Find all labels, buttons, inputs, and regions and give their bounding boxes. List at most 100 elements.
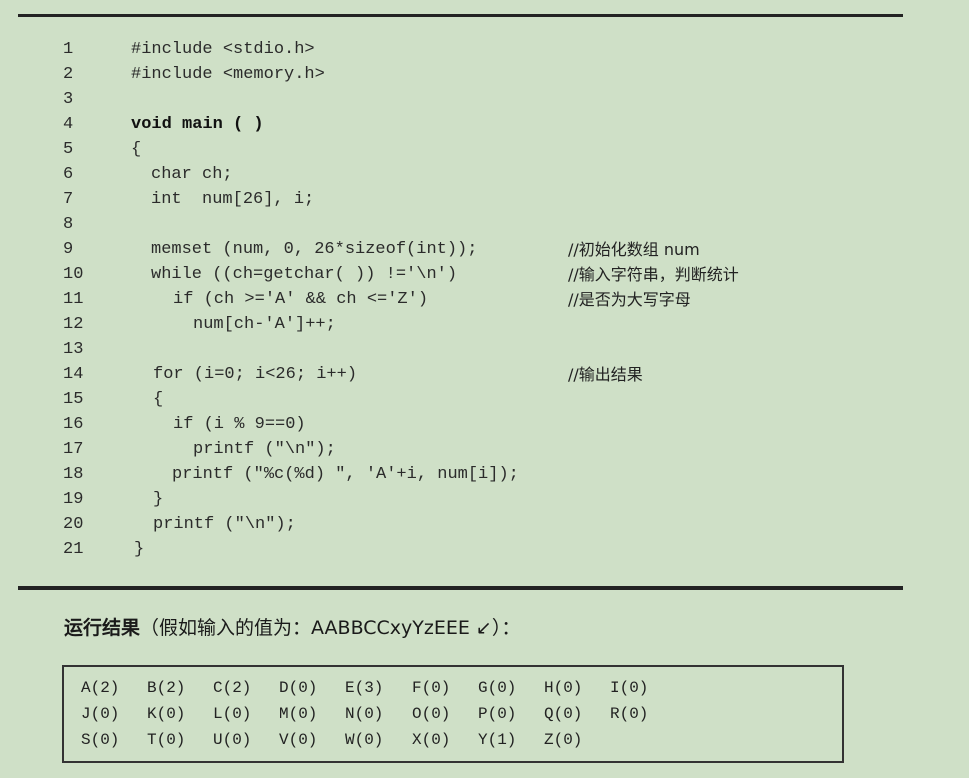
output-value: W(0) <box>345 731 384 749</box>
code-text: { <box>153 390 164 409</box>
output-value: S(0) <box>81 731 120 749</box>
code-line-13: 13 <box>18 337 903 362</box>
output-value: V(0) <box>279 731 318 749</box>
code-text: char ch; <box>151 165 233 184</box>
code-line-12: 12 num[ch-'A']++; <box>18 312 903 337</box>
code-line-3: 3 <box>18 87 903 112</box>
output-value: L(0) <box>213 705 252 723</box>
line-number: 9 <box>63 240 74 259</box>
line-number: 8 <box>63 215 74 234</box>
code-line-5: 5 { <box>18 137 903 162</box>
output-value: Q(0) <box>544 705 583 723</box>
output-value: M(0) <box>279 705 318 723</box>
code-line-2: 2 #include <memory.h> <box>18 62 903 87</box>
line-number: 16 <box>63 415 84 434</box>
code-line-19: 19 } <box>18 487 903 512</box>
code-line-7: 7 int num[26], i; <box>18 187 903 212</box>
output-value: B(2) <box>147 679 186 697</box>
code-line-16: 16 if (i % 9==0) <box>18 412 903 437</box>
code-line-18: 18 printf ("%c(%d) ", 'A'+i, num[i]); <box>18 462 903 487</box>
code-comment: //是否为大写字母 <box>568 290 691 309</box>
output-value: I(0) <box>610 679 649 697</box>
output-value: P(0) <box>478 705 517 723</box>
code-text: { <box>131 140 142 159</box>
line-number: 7 <box>63 190 74 209</box>
line-number: 6 <box>63 165 74 184</box>
output-value: F(0) <box>412 679 451 697</box>
output-value: K(0) <box>147 705 186 723</box>
output-row-1: A(2) B(2) C(2) D(0) E(3) F(0) G(0) H(0) … <box>81 676 781 700</box>
code-text: for (i=0; i<26; i++) <box>153 365 358 384</box>
result-detail: （假如输入的值为：AABBCCxyYzEEE ↙）： <box>140 617 521 639</box>
top-separator <box>18 14 903 17</box>
line-number: 13 <box>63 340 84 359</box>
output-value: G(0) <box>478 679 517 697</box>
output-value: Z(0) <box>544 731 583 749</box>
output-value: R(0) <box>610 705 649 723</box>
output-value: O(0) <box>412 705 451 723</box>
line-number: 21 <box>63 540 84 559</box>
line-number: 10 <box>63 265 84 284</box>
code-comment: //初始化数组 num <box>568 240 700 259</box>
code-comment: //输出结果 <box>568 365 643 384</box>
line-number: 15 <box>63 390 84 409</box>
code-comment: //输入字符串，判断统计 <box>568 265 739 284</box>
output-value: C(2) <box>213 679 252 697</box>
line-number: 14 <box>63 365 84 384</box>
code-text: #include <stdio.h> <box>131 40 315 59</box>
code-line-4: 4 void main ( ) <box>18 112 903 137</box>
result-label: 运行结果 <box>64 617 141 639</box>
code-line-21: 21 } <box>18 537 903 562</box>
code-listing: 1 #include <stdio.h> 2 #include <memory.… <box>18 37 903 567</box>
output-row-2: J(0) K(0) L(0) M(0) N(0) O(0) P(0) Q(0) … <box>81 702 781 726</box>
code-text: printf ("\n"); <box>153 515 296 534</box>
code-line-8: 8 <box>18 212 903 237</box>
line-number: 5 <box>63 140 74 159</box>
code-text: printf ("\n"); <box>193 440 336 459</box>
code-text: num[ch-'A']++; <box>193 315 336 334</box>
code-text: if (ch >='A' && ch <='Z') <box>173 290 429 309</box>
code-text: int num[26], i; <box>151 190 315 209</box>
code-text: while ((ch=getchar( )) !='\n') <box>151 265 458 284</box>
code-line-6: 6 char ch; <box>18 162 903 187</box>
code-text: void main ( ) <box>131 115 264 134</box>
line-number: 20 <box>63 515 84 534</box>
output-value: H(0) <box>544 679 583 697</box>
line-number: 1 <box>63 40 74 59</box>
code-text: } <box>153 490 164 509</box>
output-value: Y(1) <box>478 731 517 749</box>
code-line-10: 10 while ((ch=getchar( )) !='\n') //输入字符… <box>18 262 903 287</box>
code-line-15: 15 { <box>18 387 903 412</box>
result-heading: 运行结果（假如输入的值为：AABBCCxyYzEEE ↙）： <box>64 614 520 642</box>
output-value: A(2) <box>81 679 120 697</box>
output-row-3: S(0) T(0) U(0) V(0) W(0) X(0) Y(1) Z(0) <box>81 728 781 752</box>
line-number: 11 <box>63 290 84 309</box>
line-number: 17 <box>63 440 84 459</box>
code-line-9: 9 memset (num, 0, 26*sizeof(int)); //初始化… <box>18 237 903 262</box>
output-box: A(2) B(2) C(2) D(0) E(3) F(0) G(0) H(0) … <box>62 665 844 763</box>
code-text: memset (num, 0, 26*sizeof(int)); <box>151 240 478 259</box>
code-line-1: 1 #include <stdio.h> <box>18 37 903 62</box>
line-number: 12 <box>63 315 84 334</box>
output-value: T(0) <box>147 731 186 749</box>
code-text: if (i % 9==0) <box>173 415 306 434</box>
code-text: #include <memory.h> <box>131 65 325 84</box>
line-number: 2 <box>63 65 74 84</box>
code-line-20: 20 printf ("\n"); <box>18 512 903 537</box>
code-text: } <box>134 540 145 559</box>
output-value: U(0) <box>213 731 252 749</box>
output-value: D(0) <box>279 679 318 697</box>
output-value: E(3) <box>345 679 384 697</box>
line-number: 3 <box>63 90 74 109</box>
code-line-17: 17 printf ("\n"); <box>18 437 903 462</box>
bottom-separator <box>18 586 903 590</box>
line-number: 4 <box>63 115 74 134</box>
output-value: X(0) <box>412 731 451 749</box>
code-line-14: 14 for (i=0; i<26; i++) //输出结果 <box>18 362 903 387</box>
output-value: N(0) <box>345 705 384 723</box>
code-text: printf ("%c(%d) ", 'A'+i, num[i]); <box>172 465 519 484</box>
line-number: 19 <box>63 490 84 509</box>
output-value: J(0) <box>81 705 120 723</box>
line-number: 18 <box>63 465 84 484</box>
code-line-11: 11 if (ch >='A' && ch <='Z') //是否为大写字母 <box>18 287 903 312</box>
